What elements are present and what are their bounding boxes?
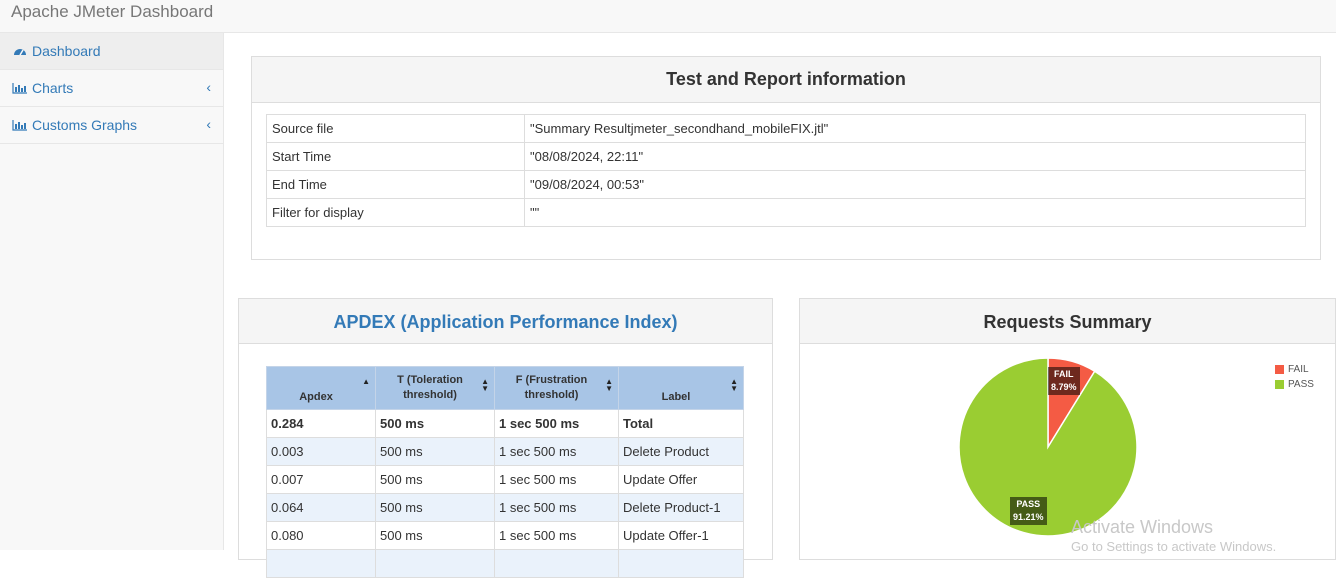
- table-row: Source file "Summary Resultjmeter_second…: [266, 114, 1306, 143]
- sidebar: Dashboard Charts ‹ Customs Graphs ‹: [0, 33, 224, 550]
- frustration-value: 1 sec 500 ms: [494, 409, 619, 438]
- report-info-title: Test and Report information: [252, 57, 1320, 103]
- report-info-panel: Test and Report information Source file …: [251, 56, 1321, 260]
- pie-label-pass: PASS 91.21%: [1010, 497, 1047, 525]
- chevron-left-icon[interactable]: ‹: [206, 69, 211, 105]
- sidebar-item-dashboard[interactable]: Dashboard: [0, 33, 223, 70]
- table-row: End Time "09/08/2024, 00:53": [266, 170, 1306, 199]
- apdex-title[interactable]: APDEX (Application Performance Index): [239, 299, 772, 344]
- sort-icon: ▲ ▼: [481, 377, 489, 393]
- label-value: Update Offer-1: [618, 521, 744, 550]
- sidebar-item-label: Customs Graphs: [32, 117, 138, 133]
- toleration-value: 500 ms: [375, 437, 495, 466]
- label-value: Delete Product: [618, 437, 744, 466]
- table-row: Filter for display "": [266, 198, 1306, 227]
- apdex-value: 0.080: [266, 521, 376, 550]
- sidebar-item-label: Charts: [32, 80, 74, 96]
- pie-label-fail: FAIL 8.79%: [1048, 367, 1080, 395]
- info-value: "Summary Resultjmeter_secondhand_mobileF…: [524, 114, 1306, 143]
- dashboard-icon: [12, 33, 28, 69]
- label-value: Total: [618, 409, 744, 438]
- bar-chart-icon: [12, 70, 28, 106]
- label-value: Update Offer: [618, 465, 744, 494]
- frustration-value: 1 sec 500 ms: [494, 465, 619, 494]
- activate-windows-watermark: Activate Windows: [1071, 517, 1214, 537]
- apdex-value: 0.064: [266, 493, 376, 522]
- apdex-value: 0.284: [266, 409, 376, 438]
- sort-icon: ▲ ▼: [605, 377, 613, 393]
- toleration-value: 500 ms: [375, 409, 495, 438]
- sidebar-item-label: Dashboard: [32, 43, 101, 59]
- toleration-value: 500 ms: [375, 521, 495, 550]
- info-value: "": [524, 198, 1306, 227]
- column-header-label[interactable]: Label ▲ ▼: [618, 366, 744, 410]
- table-row: Start Time "08/08/2024, 22:11": [266, 142, 1306, 171]
- apdex-value: [266, 549, 376, 578]
- info-key: Start Time: [266, 142, 525, 171]
- activate-windows-hint: Go to Settings to activate Windows.: [1071, 539, 1277, 554]
- table-row: 0.284 500 ms 1 sec 500 ms Total: [266, 409, 744, 438]
- toleration-value: 500 ms: [375, 465, 495, 494]
- column-header-toleration[interactable]: T (Toleration threshold) ▲ ▼: [375, 366, 495, 410]
- legend-swatch: [1275, 365, 1284, 374]
- chart-legend: FAIL PASS: [1275, 362, 1314, 392]
- app-title[interactable]: Apache JMeter Dashboard: [11, 2, 213, 22]
- legend-swatch: [1275, 380, 1284, 389]
- info-key: Source file: [266, 114, 525, 143]
- apdex-value: 0.003: [266, 437, 376, 466]
- info-value: "09/08/2024, 00:53": [524, 170, 1306, 199]
- report-info-table: Source file "Summary Resultjmeter_second…: [266, 114, 1306, 227]
- table-row: 0.007 500 ms 1 sec 500 ms Update Offer: [266, 465, 744, 494]
- top-navbar: Apache JMeter Dashboard: [0, 0, 1336, 33]
- bar-chart-icon: [12, 107, 28, 143]
- frustration-value: 1 sec 500 ms: [494, 493, 619, 522]
- sidebar-item-customs-graphs[interactable]: Customs Graphs ‹: [0, 107, 223, 144]
- table-row: 0.003 500 ms 1 sec 500 ms Delete Product: [266, 437, 744, 466]
- requests-summary-panel: Requests Summary FAIL 8.79% PASS 91.21% …: [799, 298, 1336, 560]
- label-value: Delete Product-1: [618, 493, 744, 522]
- column-header-frustration[interactable]: F (Frustration threshold) ▲ ▼: [494, 366, 619, 410]
- table-row: [266, 549, 744, 578]
- sidebar-item-charts[interactable]: Charts ‹: [0, 70, 223, 107]
- info-key: End Time: [266, 170, 525, 199]
- toleration-value: 500 ms: [375, 493, 495, 522]
- sort-icon: ▲ ▼: [730, 377, 738, 393]
- info-value: "08/08/2024, 22:11": [524, 142, 1306, 171]
- legend-item-fail[interactable]: FAIL: [1275, 362, 1314, 377]
- column-header-apdex[interactable]: Apdex ▲: [266, 366, 376, 410]
- sort-asc-icon: ▲: [362, 377, 370, 386]
- table-row: 0.064 500 ms 1 sec 500 ms Delete Product…: [266, 493, 744, 522]
- frustration-value: 1 sec 500 ms: [494, 521, 619, 550]
- frustration-value: 1 sec 500 ms: [494, 437, 619, 466]
- apdex-panel: APDEX (Application Performance Index) Ap…: [238, 298, 773, 578]
- chevron-left-icon[interactable]: ‹: [206, 106, 211, 142]
- legend-item-pass[interactable]: PASS: [1275, 377, 1314, 392]
- apdex-value: 0.007: [266, 465, 376, 494]
- requests-summary-pie-chart[interactable]: [800, 299, 1335, 551]
- table-row: 0.080 500 ms 1 sec 500 ms Update Offer-1: [266, 521, 744, 550]
- apdex-table: Apdex ▲ T (Toleration threshold) ▲ ▼ F (Fru…: [266, 366, 744, 578]
- info-key: Filter for display: [266, 198, 525, 227]
